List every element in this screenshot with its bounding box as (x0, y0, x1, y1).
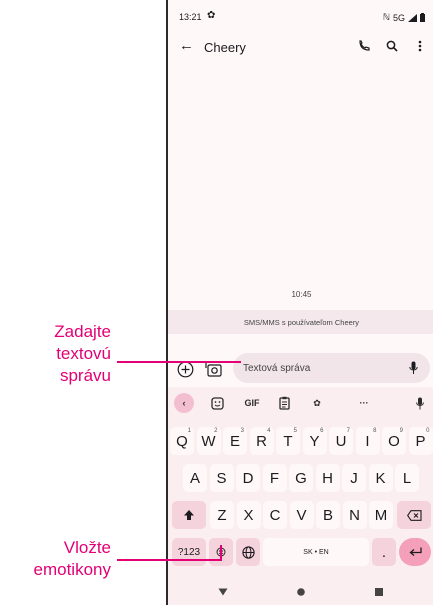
key-label: P (415, 432, 426, 450)
period-key[interactable]: . (372, 538, 396, 566)
key-hint: 3 (240, 428, 244, 434)
nav-back-icon[interactable] (216, 585, 230, 599)
key-v[interactable]: V (289, 501, 314, 529)
signal-icon (408, 13, 417, 22)
keyboard: ‹ GIF ✿ ··· Q1W2E3R4T5Y6U7I8O9P0 ASDFGHJ… (168, 387, 433, 605)
key-s[interactable]: S (209, 464, 234, 492)
key-f[interactable]: F (262, 464, 287, 492)
callout-text-line-2: textovú (56, 344, 111, 364)
key-label: R (256, 432, 267, 450)
key-a[interactable]: A (183, 464, 207, 492)
more-tools-button[interactable]: ··· (353, 393, 375, 413)
keyboard-toolbar: ‹ GIF ✿ ··· (168, 390, 433, 416)
sticker-icon[interactable] (206, 393, 228, 413)
status-bar: 13:21 ✿ ℕ 5G (168, 0, 433, 26)
key-b[interactable]: B (316, 501, 340, 529)
key-label: Q (176, 432, 188, 450)
enter-key[interactable] (399, 538, 431, 566)
status-indicators: ℕ 5G (383, 12, 425, 23)
key-i[interactable]: I8 (355, 427, 380, 455)
key-o[interactable]: O9 (382, 427, 406, 455)
key-label: O (388, 432, 400, 450)
callout-emoji-line-1: Vložte (63, 538, 111, 557)
key-k[interactable]: K (368, 464, 393, 492)
key-d[interactable]: D (236, 464, 260, 492)
callout-emoji-line-2: emotikony (33, 560, 111, 580)
key-m[interactable]: M (369, 501, 393, 529)
callout-text-line-1: Zadajte (54, 322, 111, 341)
key-label: U (335, 432, 347, 450)
nav-recents-icon[interactable] (372, 585, 386, 599)
microphone-icon[interactable] (406, 360, 420, 376)
symbols-key[interactable]: ?123 (172, 538, 206, 566)
key-label: I (365, 432, 370, 450)
key-j[interactable]: J (342, 464, 366, 492)
key-c[interactable]: C (263, 501, 287, 529)
status-time: 13:21 (179, 12, 202, 22)
call-icon[interactable] (354, 36, 374, 56)
nav-home-icon[interactable] (294, 585, 308, 599)
more-options-icon[interactable] (410, 36, 430, 56)
search-icon[interactable] (382, 36, 402, 56)
key-label: W (201, 432, 216, 450)
key-label: E (229, 432, 240, 450)
key-u[interactable]: U7 (329, 427, 353, 455)
back-arrow-icon[interactable]: ← (179, 37, 194, 54)
callout-line-text-input (117, 361, 241, 363)
shift-key[interactable] (172, 501, 206, 529)
battery-icon (420, 13, 425, 22)
key-hint: 5 (293, 428, 297, 434)
key-hint: 7 (346, 428, 350, 434)
key-hint: 1 (187, 428, 191, 434)
contact-name: Cheery (204, 40, 246, 55)
key-p[interactable]: P0 (408, 427, 433, 455)
settings-icon[interactable]: ✿ (306, 393, 328, 413)
compose-bar (168, 351, 433, 385)
key-h[interactable]: H (315, 464, 340, 492)
key-q[interactable]: Q1 (170, 427, 194, 455)
key-t[interactable]: T5 (276, 427, 300, 455)
key-hint: 6 (320, 428, 324, 434)
settings-gear-icon: ✿ (207, 10, 216, 21)
key-l[interactable]: L (395, 464, 419, 492)
key-hint: 2 (214, 428, 218, 434)
phone-screen: 13:21 ✿ ℕ 5G ← Cheery 10:45 SMS/MMS s po… (166, 0, 433, 605)
key-w[interactable]: W2 (196, 427, 221, 455)
key-x[interactable]: X (236, 501, 261, 529)
callout-line-emoji-tick (220, 545, 222, 561)
app-bar: ← Cheery (168, 34, 433, 62)
callout-text-input: Zadajte textovú správu (54, 321, 111, 387)
key-g[interactable]: G (289, 464, 313, 492)
key-hint: 8 (373, 428, 377, 434)
clipboard-icon[interactable] (273, 393, 295, 413)
key-n[interactable]: N (342, 501, 367, 529)
language-globe-icon[interactable] (236, 538, 260, 566)
callout-emoji: Vložte emotikony (34, 537, 111, 581)
network-label: 5G (392, 12, 405, 23)
collapse-toolbar-icon[interactable]: ‹ (174, 393, 194, 413)
navigation-bar (168, 580, 433, 605)
message-input[interactable] (243, 353, 393, 383)
space-key[interactable]: SK • EN (263, 538, 369, 566)
message-text-field[interactable] (233, 353, 430, 383)
sms-info-banner: SMS/MMS s používateľom Cheery (168, 310, 433, 334)
conversation-area: 10:45 SMS/MMS s používateľom Cheery (168, 62, 433, 350)
callout-line-emoji (117, 559, 222, 561)
callout-text-line-3: správu (59, 366, 111, 386)
backspace-key[interactable] (397, 501, 431, 529)
gif-button[interactable]: GIF (241, 393, 263, 413)
key-label: T (283, 432, 293, 450)
key-hint: 0 (426, 428, 430, 434)
key-label: Y (309, 432, 320, 450)
key-e[interactable]: E3 (223, 427, 247, 455)
key-z[interactable]: Z (210, 501, 234, 529)
voice-input-icon[interactable] (409, 393, 431, 413)
key-hint: 4 (267, 428, 271, 434)
nfc-icon: ℕ (382, 12, 390, 22)
key-y[interactable]: Y6 (302, 427, 327, 455)
key-hint: 9 (399, 428, 403, 434)
key-r[interactable]: R4 (249, 427, 274, 455)
message-timestamp: 10:45 (291, 290, 312, 299)
